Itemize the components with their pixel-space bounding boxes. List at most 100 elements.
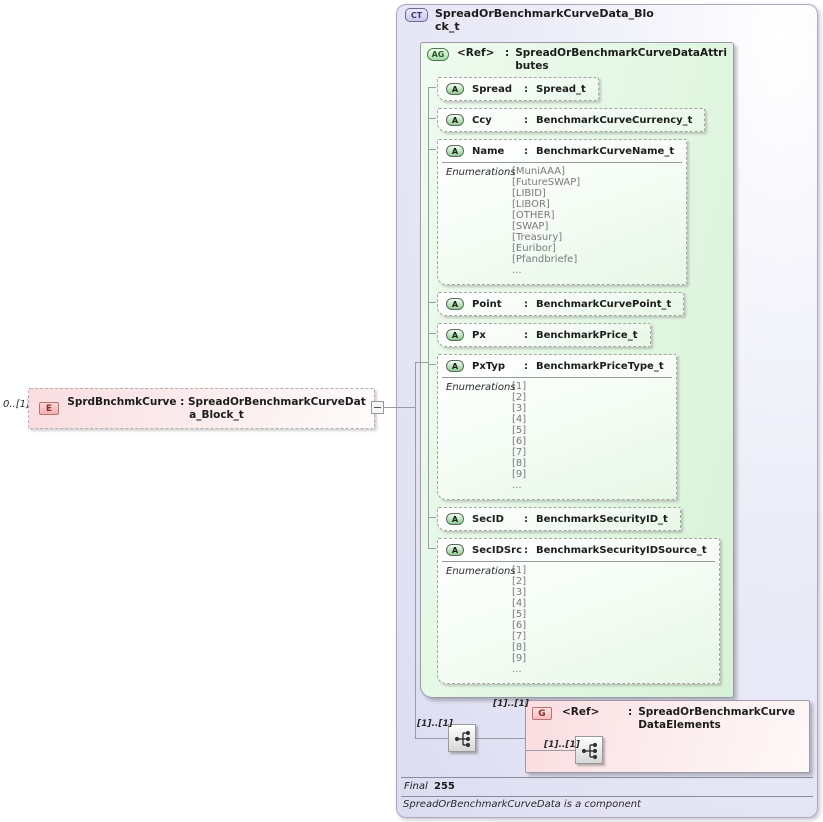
attribute-name: Name — [472, 146, 524, 157]
enumeration-value: [Treasury] — [512, 232, 676, 243]
collapse-connector-icon[interactable] — [371, 401, 384, 414]
group-icon: G — [532, 707, 552, 720]
enumeration-value: [LIBID] — [512, 188, 676, 199]
attribute-name: Spread — [472, 84, 524, 95]
connector-attr-stub — [428, 364, 436, 365]
attribute-type: BenchmarkCurveCurrency_t — [536, 115, 692, 126]
enumeration-value: [Euribor] — [512, 243, 676, 254]
attribute-icon: A — [446, 114, 464, 126]
attribute-type: BenchmarkSecurityID_t — [536, 514, 668, 525]
attribute-name: SecIDSrc — [472, 545, 524, 556]
enumeration-value: [9] — [512, 653, 709, 664]
attribute-box[interactable]: A Px : BenchmarkPrice_t — [437, 323, 651, 347]
attribute-box[interactable]: A PxTyp : BenchmarkPriceType_t Enumerati… — [437, 354, 677, 500]
enumeration-value: [FutureSWAP] — [512, 177, 676, 188]
complextype-icon: CT — [405, 8, 428, 22]
attribute-name: Px — [472, 330, 524, 341]
group-ref-box[interactable]: G <Ref> : SpreadOrBenchmarkCurveDataElem… — [525, 700, 810, 773]
attribute-list: A Spread : Spread_t A Ccy : BenchmarkCur… — [437, 77, 727, 684]
attribute-colon: : — [524, 361, 528, 372]
attribute-icon: A — [446, 513, 464, 525]
attributegroup-type: SpreadOrBenchmarkCurveDataAttributes — [515, 47, 727, 75]
connector-element-line — [384, 407, 416, 408]
enumerations-block: Enumerations[1][2][3][4][5][6][7][8][9].… — [442, 377, 672, 499]
attribute-type: BenchmarkCurvePoint_t — [536, 299, 671, 310]
element-name: SprdBnchmkCurve — [67, 396, 176, 408]
attribute-colon: : — [524, 146, 528, 157]
group-ref-type: SpreadOrBenchmarkCurveDataElements — [638, 706, 803, 732]
attribute-box[interactable]: A SecID : BenchmarkSecurityID_t — [437, 507, 681, 531]
schema-diagram-canvas: CT SpreadOrBenchmarkCurveData_Block_t AG… — [0, 0, 823, 822]
enumeration-value: [8] — [512, 642, 709, 653]
attribute-colon: : — [524, 330, 528, 341]
final-label: Final — [404, 781, 428, 792]
attribute-header: A Px : BenchmarkPrice_t — [438, 324, 650, 346]
enumeration-value: [5] — [512, 425, 666, 436]
element-title: SprdBnchmkCurve : SpreadOrBenchmarkCurve… — [65, 396, 368, 422]
component-note: SpreadOrBenchmarkCurveData is a componen… — [403, 799, 641, 810]
enumerations-label: Enumerations — [446, 167, 516, 178]
attribute-header: A PxTyp : BenchmarkPriceType_t — [438, 355, 676, 377]
enumeration-value: ... — [512, 265, 676, 276]
attribute-icon: A — [446, 544, 464, 556]
attributegroup-colon: : — [505, 47, 509, 75]
element-colon: : — [180, 396, 184, 408]
enumeration-value: [1] — [512, 565, 709, 576]
enumeration-values: [1][2][3][4][5][6][7][8][9]... — [512, 381, 666, 491]
connector-attr-stub — [428, 149, 436, 150]
attribute-colon: : — [524, 115, 528, 126]
footer-divider — [401, 796, 813, 797]
enumeration-value: [6] — [512, 620, 709, 631]
group-ref-colon: : — [628, 706, 632, 732]
enumeration-value: [2] — [512, 392, 666, 403]
attribute-name: SecID — [472, 514, 524, 525]
attributegroup-icon: AG — [427, 48, 449, 61]
enumeration-value: [MuniAAA] — [512, 166, 676, 177]
attribute-header: A Name : BenchmarkCurveName_t — [438, 140, 686, 162]
attribute-colon: : — [524, 514, 528, 525]
attribute-name: Point — [472, 299, 524, 310]
enumerations-label: Enumerations — [446, 382, 516, 393]
connector-attributes-trunk — [428, 87, 429, 549]
complextype-header: CT SpreadOrBenchmarkCurveData_Block_t — [405, 7, 659, 33]
attribute-name: Ccy — [472, 115, 524, 126]
enumeration-value: ... — [512, 664, 709, 675]
attributegroup-header: AG <Ref> : SpreadOrBenchmarkCurveDataAtt… — [427, 47, 727, 75]
connector-attr-stub — [428, 517, 436, 518]
attribute-box[interactable]: A Spread : Spread_t — [437, 77, 599, 101]
attribute-header: A Ccy : BenchmarkCurveCurrency_t — [438, 109, 704, 131]
attribute-box[interactable]: A SecIDSrc : BenchmarkSecurityIDSource_t… — [437, 538, 720, 684]
attribute-icon: A — [446, 329, 464, 341]
attribute-type: BenchmarkSecurityIDSource_t — [536, 545, 707, 556]
complextype-title: SpreadOrBenchmarkCurveData_Block_t — [435, 7, 659, 33]
attribute-box[interactable]: A Point : BenchmarkCurvePoint_t — [437, 292, 684, 316]
final-value: 255 — [434, 781, 455, 792]
enumeration-value: [2] — [512, 576, 709, 587]
group-cardinality: [1]..[1] — [493, 699, 529, 709]
attribute-header: A Point : BenchmarkCurvePoint_t — [438, 293, 683, 315]
attribute-type: BenchmarkPriceType_t — [536, 361, 664, 372]
enumeration-value: ... — [512, 480, 666, 491]
enumeration-values: [1][2][3][4][5][6][7][8][9]... — [512, 565, 709, 675]
attribute-icon: A — [446, 298, 464, 310]
attribute-icon: A — [446, 145, 464, 157]
enumeration-value: [3] — [512, 587, 709, 598]
element-cardinality: 0..[1] — [3, 399, 30, 410]
enumeration-value: [8] — [512, 458, 666, 469]
attribute-name: PxTyp — [472, 361, 524, 372]
attribute-type: Spread_t — [536, 84, 586, 95]
sequence-cardinality: [1]..[1] — [417, 719, 453, 729]
attribute-colon: : — [524, 545, 528, 556]
enumeration-values: [MuniAAA][FutureSWAP][LIBID][LIBOR][OTHE… — [512, 166, 676, 276]
element-type: SpreadOrBenchmarkCurveData_Block_t — [188, 396, 366, 421]
attributegroup-box[interactable]: AG <Ref> : SpreadOrBenchmarkCurveDataAtt… — [420, 42, 734, 698]
connector-attr-stub — [428, 548, 436, 549]
element-icon: E — [39, 402, 59, 415]
enumeration-value: [4] — [512, 598, 709, 609]
element-box[interactable]: E SprdBnchmkCurve : SpreadOrBenchmarkCur… — [28, 388, 375, 429]
attribute-box[interactable]: A Ccy : BenchmarkCurveCurrency_t — [437, 108, 705, 132]
connector-inner-sequence-line — [525, 750, 575, 751]
connector-sequence-line — [415, 738, 448, 739]
enumerations-label: Enumerations — [446, 566, 516, 577]
attribute-box[interactable]: A Name : BenchmarkCurveName_t Enumeratio… — [437, 139, 687, 285]
